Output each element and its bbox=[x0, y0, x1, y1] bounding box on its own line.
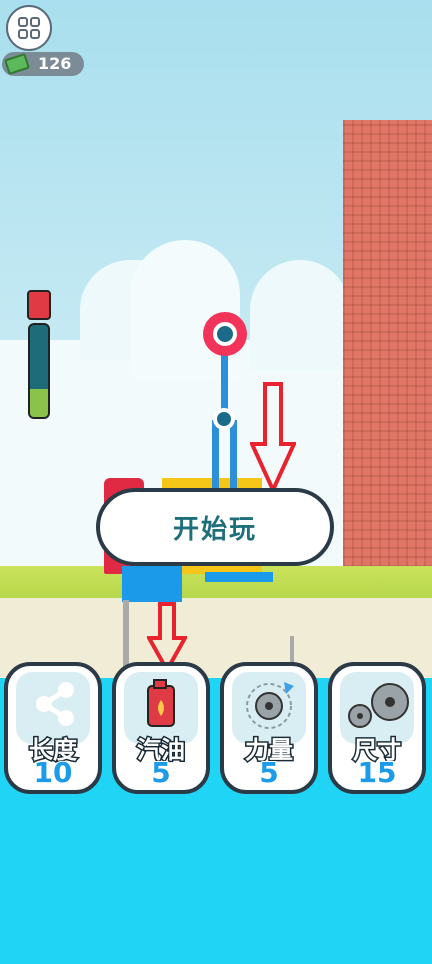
money-value: 126 bbox=[38, 54, 72, 73]
start-button-label: 开始玩 bbox=[172, 514, 257, 545]
arm-joint bbox=[213, 408, 235, 430]
upgrade-card-length[interactable]: 长度 10 bbox=[4, 662, 102, 794]
arm-segment bbox=[212, 420, 219, 488]
machine-foot bbox=[122, 566, 182, 602]
arm-segment bbox=[230, 420, 237, 488]
menu-button[interactable] bbox=[6, 5, 52, 51]
grid-icon bbox=[18, 17, 28, 27]
brick-tower bbox=[343, 120, 432, 576]
money-counter: 126 bbox=[2, 52, 84, 76]
upgrade-value: 15 bbox=[357, 755, 398, 790]
saw-blades-icon bbox=[348, 683, 409, 728]
start-button[interactable]: 开始玩 bbox=[96, 488, 334, 566]
fuel-can-icon bbox=[27, 290, 51, 320]
upgrade-card-power[interactable]: 力量 5 bbox=[220, 662, 318, 794]
fuel-can-icon bbox=[147, 679, 175, 727]
support-pole bbox=[123, 600, 129, 670]
upgrade-value: 5 bbox=[150, 755, 171, 790]
saw-rotate-icon bbox=[246, 682, 294, 729]
upgrade-value: 10 bbox=[33, 755, 74, 790]
upgrade-card-fuel[interactable]: 汽油 5 bbox=[112, 662, 210, 794]
hint-arrow-icon bbox=[250, 382, 296, 494]
cash-icon bbox=[4, 52, 30, 76]
machine-rail bbox=[205, 572, 273, 582]
upgrade-card-size[interactable]: 尺寸 15 bbox=[328, 662, 426, 794]
saw-hub bbox=[213, 322, 237, 346]
fuel-gauge-fill bbox=[30, 389, 48, 417]
fuel-gauge bbox=[28, 323, 50, 419]
share-nodes-icon bbox=[36, 682, 74, 726]
upgrade-value: 5 bbox=[258, 755, 279, 790]
